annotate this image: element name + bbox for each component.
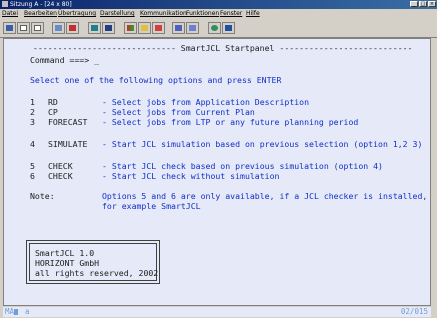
session-indicator: MA xyxy=(5,307,15,316)
command-prompt[interactable]: Command ===> _ xyxy=(30,55,99,65)
terminal-window: Sitzung A - [24 x 80] _ □ × Datei Bearbe… xyxy=(0,0,437,318)
menu-hilfe[interactable]: Hilfe xyxy=(246,9,260,19)
note-line-2: for example SmartJCL xyxy=(102,201,201,211)
close-icon[interactable]: × xyxy=(428,1,436,7)
open-session-icon[interactable] xyxy=(17,22,30,34)
macro-icon[interactable] xyxy=(138,22,151,34)
window-title: Sitzung A - [24 x 80] xyxy=(10,1,72,8)
toolbar xyxy=(0,19,437,38)
menu-kommunikation[interactable]: Kommunikation xyxy=(140,9,187,19)
maximize-icon[interactable]: □ xyxy=(419,1,427,7)
menu-darstellung[interactable]: Darstellung xyxy=(100,9,135,19)
record-icon[interactable] xyxy=(152,22,165,34)
cursor-position: 02/015 xyxy=(400,307,428,316)
send-icon[interactable] xyxy=(66,22,79,34)
receive-icon[interactable] xyxy=(88,22,101,34)
print-icon[interactable] xyxy=(102,22,115,34)
instruction-text: Select one of the following options and … xyxy=(30,75,282,85)
title-bar[interactable]: Sitzung A - [24 x 80] _ □ × xyxy=(0,0,437,9)
copyright-product: SmartJCL 1.0 xyxy=(35,248,95,258)
menu-uebertragung[interactable]: Übertragung xyxy=(58,9,96,19)
operator-info-area: MA a 02/015 xyxy=(3,307,431,317)
panel-header: ----------------------------- SmartJCL S… xyxy=(28,43,413,53)
note-line-1: Options 5 and 6 are only available, if a… xyxy=(102,191,428,201)
copyright-company: HORIZONT GmbH xyxy=(35,258,100,268)
session-letter: a xyxy=(25,307,30,316)
globe-icon[interactable] xyxy=(208,22,221,34)
menu-datei[interactable]: Datei xyxy=(2,9,18,19)
menu-bearbeiten[interactable]: Bearbeiten xyxy=(24,9,57,19)
menu-bar: Datei Bearbeiten Übertragung Darstellung… xyxy=(0,9,437,19)
exit-icon[interactable] xyxy=(222,22,235,34)
play-icon[interactable] xyxy=(172,22,185,34)
minimize-icon[interactable]: _ xyxy=(410,1,418,7)
menu-funktionen[interactable]: Funktionen xyxy=(186,9,219,19)
color-icon[interactable] xyxy=(124,22,137,34)
menu-fenster[interactable]: Fenster xyxy=(220,9,242,19)
new-session-icon[interactable] xyxy=(3,22,16,34)
paste-icon[interactable] xyxy=(52,22,65,34)
copy-icon[interactable] xyxy=(31,22,44,34)
terminal-screen[interactable]: ----------------------------- SmartJCL S… xyxy=(3,38,431,306)
app-icon xyxy=(2,1,8,7)
cursor-block-icon xyxy=(14,309,18,315)
copyright-rights: all rights reserved, 2002 xyxy=(35,268,159,278)
note-label: Note: xyxy=(30,191,55,201)
help-icon[interactable] xyxy=(186,22,199,34)
